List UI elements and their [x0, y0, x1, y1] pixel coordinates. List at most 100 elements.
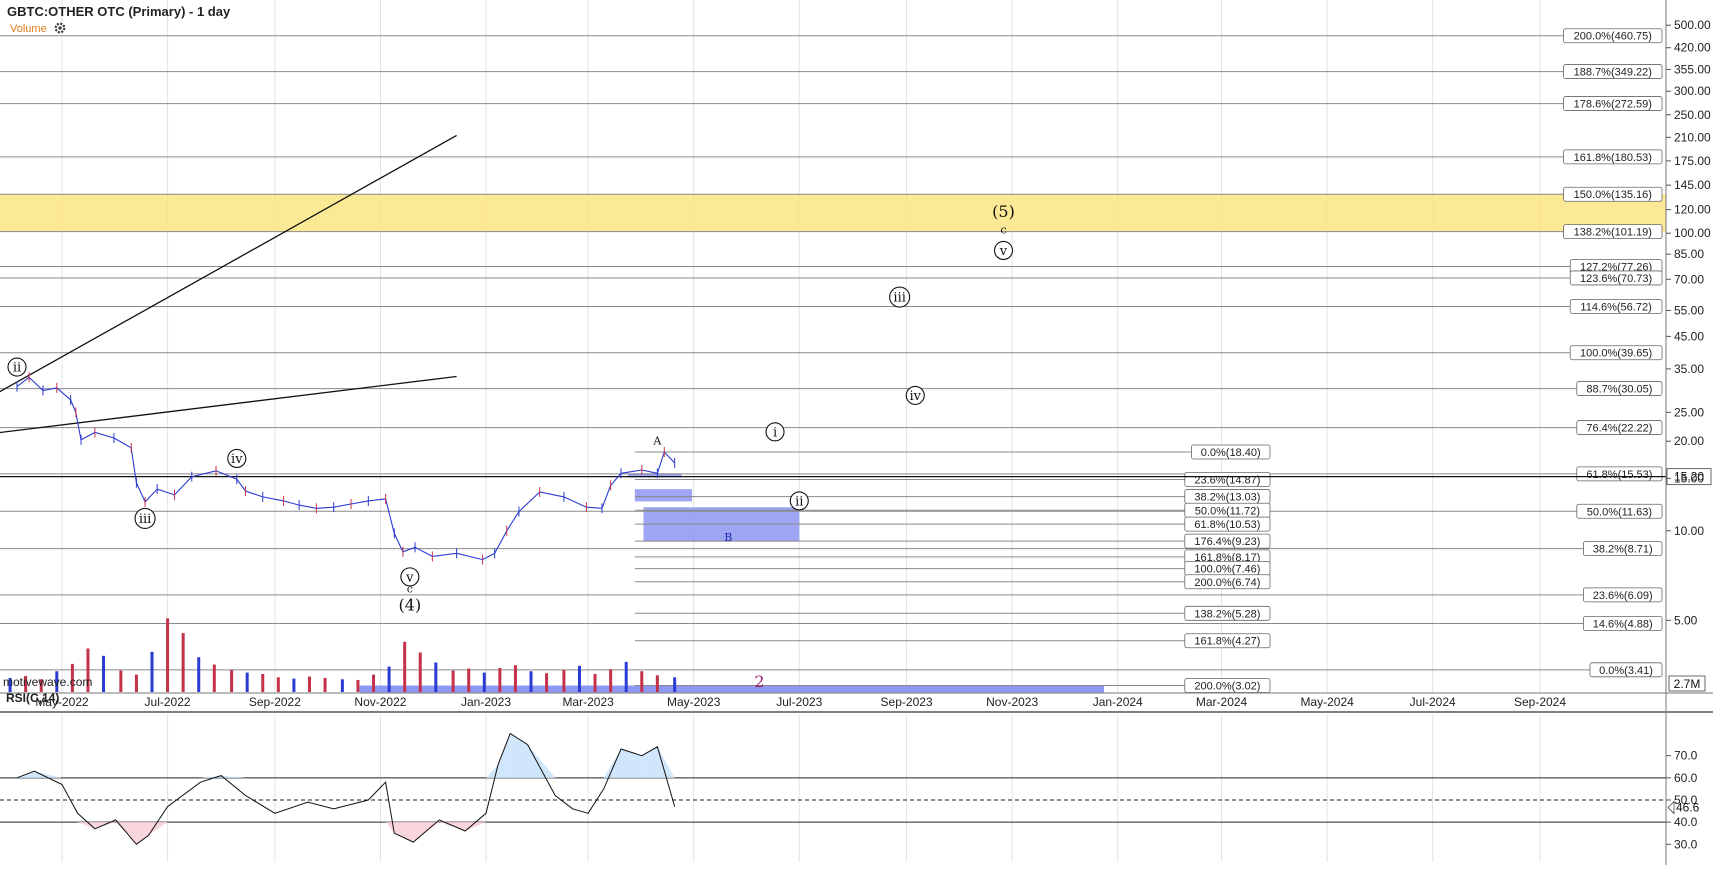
- y-tick-label: 25.00: [1674, 405, 1704, 419]
- fib-label-right: 114.6%(56.72): [1580, 301, 1651, 313]
- chart-canvas[interactable]: 200.0%(460.75) 188.7%(349.22) 178.6%(272.5…: [0, 0, 1713, 865]
- fib-label-mid: 138.2%(5.28): [1194, 608, 1260, 620]
- y-tick-label: 120.00: [1674, 203, 1711, 217]
- volume-bar: [372, 674, 376, 692]
- volume-bar: [562, 669, 566, 692]
- y-tick-label: 100.00: [1674, 226, 1711, 240]
- fib-label-right: 161.8%(180.53): [1574, 152, 1652, 164]
- wave-label-c: c: [1000, 224, 1006, 237]
- y-tick-label: 5.00: [1674, 613, 1698, 627]
- fib-label-right: 0.0%(3.41): [1599, 665, 1653, 677]
- y-tick-label: 420.00: [1674, 41, 1711, 55]
- x-tick-label: Jul-2024: [1410, 695, 1456, 709]
- volume-bar: [307, 676, 311, 692]
- volume-bar: [212, 664, 216, 692]
- rsi-y-tick-label: 70.0: [1674, 749, 1698, 763]
- x-tick-label: Nov-2023: [986, 695, 1038, 709]
- wave-label-iv: iv: [909, 389, 921, 404]
- fib-label-right: 23.6%(6.09): [1593, 590, 1653, 602]
- y-tick-label: 70.00: [1674, 272, 1704, 286]
- volume-bar: [673, 677, 677, 692]
- fib-label-mid: 38.2%(13.03): [1194, 492, 1260, 504]
- rsi-y-tick-label: 40.0: [1674, 815, 1698, 829]
- volume-bar: [418, 652, 422, 692]
- fib-label-right: 178.6%(272.59): [1574, 99, 1652, 111]
- x-tick-label: Sep-2022: [249, 695, 301, 709]
- fib-label-right: 188.7%(349.22): [1574, 67, 1652, 79]
- fib-label-right: 200.0%(460.75): [1574, 31, 1652, 43]
- x-tick-label: Mar-2023: [562, 695, 614, 709]
- fib-label-right: 61.8%(15.53): [1586, 469, 1652, 481]
- fib-label-mid: 200.0%(3.02): [1194, 681, 1260, 693]
- volume-bar: [513, 665, 517, 692]
- y-tick-label: 300.00: [1674, 84, 1711, 98]
- wave-label-v: v: [999, 244, 1008, 259]
- fib-label-right: 138.2%(101.19): [1574, 227, 1652, 239]
- fib-label-right: 150.0%(135.16): [1574, 189, 1652, 201]
- y-tick-label: 20.00: [1674, 434, 1704, 448]
- y-tick-label: 355.00: [1674, 62, 1711, 76]
- volume-bar: [498, 667, 502, 692]
- wave-label-4: (4): [399, 596, 422, 615]
- fib-label-mid: 161.8%(4.27): [1194, 636, 1260, 648]
- fib-label-right: 123.6%(70.73): [1580, 273, 1652, 285]
- volume-bar: [640, 671, 644, 692]
- fib-label-right: 50.0%(11.63): [1587, 506, 1652, 518]
- volume-bar: [593, 673, 597, 692]
- volume-bar: [451, 670, 455, 692]
- volume-bar: [624, 661, 628, 692]
- volume-bar: [577, 665, 581, 692]
- wave-label-ii: ii: [13, 361, 21, 376]
- volume-bar: [545, 673, 549, 692]
- x-tick-label: May-2024: [1300, 695, 1354, 709]
- wave-label-iv: iv: [231, 452, 243, 467]
- volume-bar: [356, 679, 360, 692]
- x-tick-label: Sep-2024: [1514, 695, 1566, 709]
- wave-label-2: 2: [754, 672, 764, 691]
- fib-label-mid: 0.0%(18.40): [1201, 447, 1261, 459]
- wave-label-A: A: [652, 434, 662, 447]
- x-tick-label: Jul-2022: [145, 695, 191, 709]
- y-tick-label: 15.00: [1674, 471, 1704, 485]
- x-tick-label: Jul-2023: [776, 695, 822, 709]
- rsi-y-tick-label: 60.0: [1674, 771, 1698, 785]
- volume-bar: [529, 671, 533, 692]
- volume-bar: [276, 677, 280, 692]
- fib-label-mid: 100.0%(7.46): [1194, 564, 1260, 576]
- wave-label-5: (5): [992, 202, 1015, 221]
- volume-bar: [467, 668, 471, 692]
- volume-bar: [119, 670, 123, 692]
- volume-bar: [245, 672, 249, 692]
- x-tick-label: Sep-2023: [881, 695, 933, 709]
- wave-label-c: c: [407, 582, 413, 595]
- y-tick-label: 175.00: [1674, 154, 1711, 168]
- volume-bar: [292, 678, 296, 692]
- wave-label-ii: ii: [795, 494, 803, 509]
- fib-label-right: 14.6%(4.88): [1593, 618, 1653, 630]
- x-tick-label: Jan-2023: [461, 695, 511, 709]
- symbol-title: GBTC:OTHER OTC (Primary) - 1 day: [7, 4, 231, 19]
- volume-bar: [181, 633, 185, 692]
- fib-label-mid: 176.4%(9.23): [1194, 536, 1260, 548]
- y-tick-label: 250.00: [1674, 108, 1711, 122]
- rsi-current-value: 46.6: [1676, 801, 1700, 815]
- chart-window: 200.0%(460.75) 188.7%(349.22) 178.6%(272.5…: [0, 0, 1713, 865]
- rsi-title: RSI(C,14): [6, 691, 59, 705]
- y-tick-label: 45.00: [1674, 329, 1704, 343]
- x-tick-label: May-2023: [667, 695, 721, 709]
- wave-label-iii: iii: [139, 512, 151, 527]
- volume-bar: [340, 679, 344, 692]
- volume-bar: [150, 651, 154, 692]
- fib-target-zone: [0, 194, 1666, 232]
- y-tick-label: 10.00: [1674, 524, 1704, 538]
- y-tick-label: 210.00: [1674, 130, 1711, 144]
- fib-label-right: 38.2%(8.71): [1593, 544, 1653, 556]
- volume-bar: [434, 662, 438, 692]
- rsi-y-tick-label: 30.0: [1674, 837, 1698, 851]
- volume-bar: [102, 655, 106, 692]
- fib-label-right: 88.7%(30.05): [1586, 384, 1652, 396]
- fib-label-mid: 50.0%(11.72): [1195, 505, 1260, 517]
- volume-bar: [230, 669, 234, 692]
- volume-bar: [166, 618, 170, 692]
- volume-bar: [261, 673, 265, 692]
